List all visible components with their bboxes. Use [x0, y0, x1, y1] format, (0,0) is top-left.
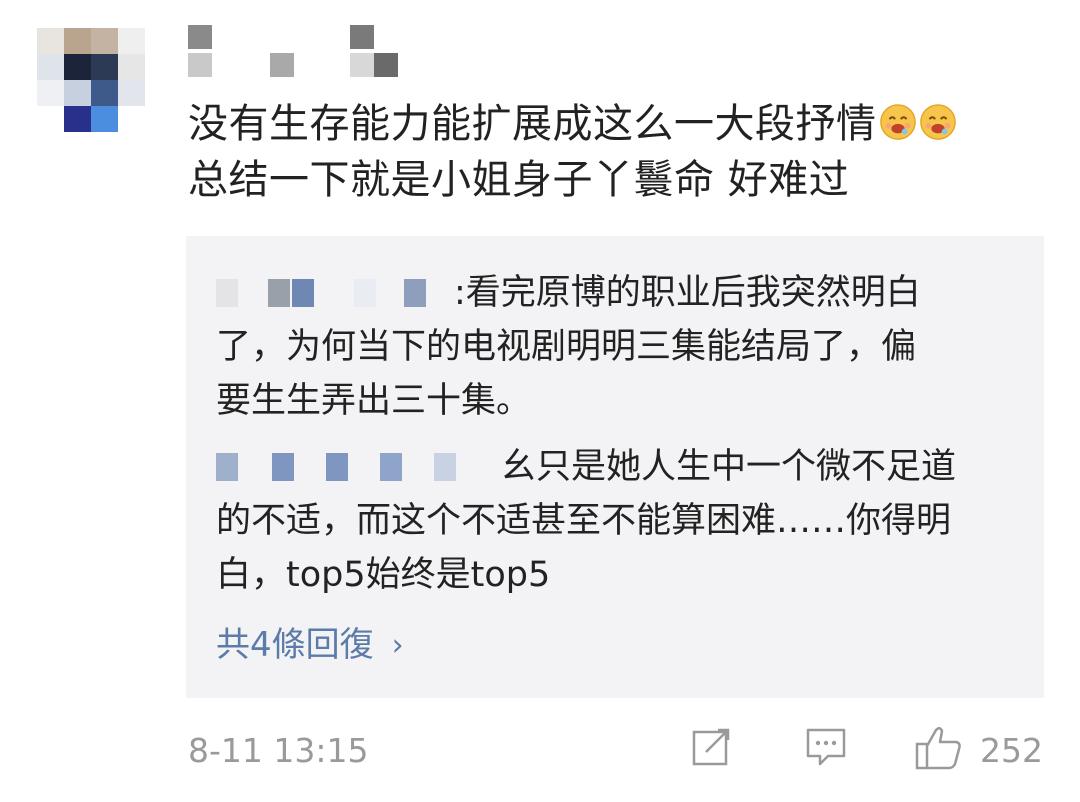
reply-text-line: 看完原博的职业后我突然明白 [465, 273, 921, 313]
reply-author-censored[interactable] [216, 279, 454, 307]
avatar[interactable] [37, 28, 165, 134]
view-more-replies-link[interactable]: 共4條回復 › [216, 620, 404, 671]
username-censored[interactable] [188, 25, 418, 85]
reply-item[interactable]: 幺只是她人生中一个微不足道 的不适，而这个不适甚至不能算困难……你得明 白，to… [216, 440, 1016, 602]
reply-text-line: 的不适，而这个不适甚至不能算困难……你得明 [216, 501, 952, 541]
comment-timestamp: 8-11 13:15 [188, 731, 369, 770]
like-button[interactable] [914, 724, 964, 776]
reply-author-separator: : [454, 273, 466, 313]
replies-container: :看完原博的职业后我突然明白 了，为何当下的电视剧明明三集能结局了，偏 要生生弄… [186, 236, 1044, 698]
comment-icon [804, 728, 848, 772]
reply-text-line: 幺只是她人生中一个微不足道 [501, 447, 957, 487]
share-button[interactable] [690, 724, 734, 772]
reply-text-line: 要生生弄出三十集。 [216, 381, 532, 421]
thumbs-up-icon [914, 727, 964, 776]
drooling-face-emoji-icon [919, 100, 957, 140]
chevron-right-icon: › [391, 628, 404, 663]
view-more-replies-label: 共4條回復 [216, 625, 374, 665]
reply-author-censored[interactable] [216, 453, 501, 481]
comment-text: 没有生存能力能扩展成这么一大段抒情 总结一下就是小姐身子丫鬟命 好难过 [188, 96, 1058, 208]
like-count: 252 [980, 731, 1043, 770]
comment-line-2: 总结一下就是小姐身子丫鬟命 好难过 [188, 157, 850, 203]
reply-text-line: 白，top5始终是top5 [216, 555, 551, 595]
reply-text-line: 了，为何当下的电视剧明明三集能结局了，偏 [216, 327, 917, 367]
share-icon [690, 728, 734, 772]
comment-button[interactable] [804, 724, 848, 772]
drooling-face-emoji-icon [879, 100, 917, 140]
reply-item[interactable]: :看完原博的职业后我突然明白 了，为何当下的电视剧明明三集能结局了，偏 要生生弄… [216, 266, 1016, 428]
comment-line-1: 没有生存能力能扩展成这么一大段抒情 [188, 101, 877, 147]
comment-line: 没有生存能力能扩展成这么一大段抒情 [188, 96, 1058, 152]
